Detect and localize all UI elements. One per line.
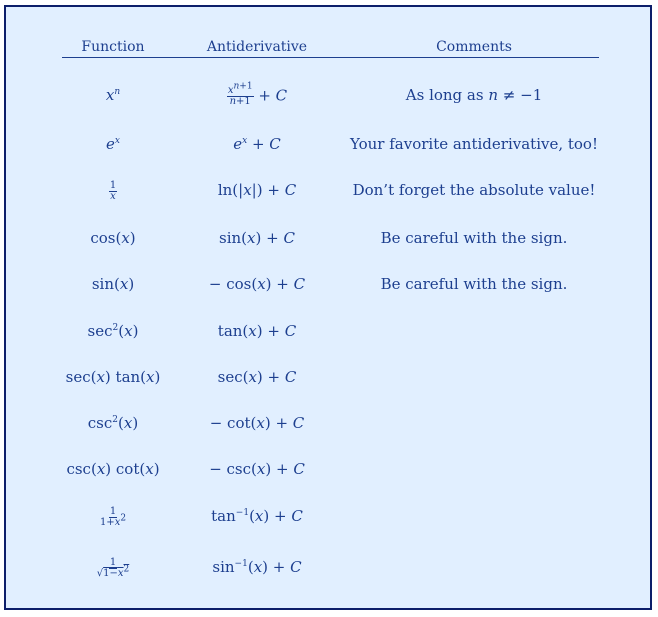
header-function: Function <box>81 39 145 55</box>
function-cell: 1 1+x2 <box>99 506 127 528</box>
function-cell: sin(x) <box>91 275 135 293</box>
antiderivative-cell: tan(x) + C <box>217 322 297 340</box>
comment-cell: As long as n ≠ −1 <box>405 86 543 104</box>
function-cell: 1x <box>108 180 118 202</box>
antiderivative-table: Function Antiderivative Comments xn xn+1 n… <box>4 5 652 610</box>
function-cell: xn <box>105 86 121 104</box>
header-comments: Comments <box>436 39 512 55</box>
antiderivative-cell: tan−1(x) + C <box>211 507 303 525</box>
function-cell: sec(x) tan(x) <box>65 368 161 386</box>
antiderivative-cell: − cot(x) + C <box>209 414 305 432</box>
function-cell: csc(x) cot(x) <box>66 460 160 478</box>
function-cell: cos(x) <box>90 229 136 247</box>
antiderivative-cell: sin(x) + C <box>219 229 295 247</box>
antiderivative-cell: − csc(x) + C <box>209 460 305 478</box>
function-cell: sec2(x) <box>87 322 139 340</box>
comment-cell: Be careful with the sign. <box>380 275 568 293</box>
antiderivative-cell: xn+1 n+1 + C <box>226 81 288 107</box>
function-cell: csc2(x) <box>87 414 139 432</box>
function-cell: 1 √1−x2 <box>96 557 130 579</box>
header-antiderivative: Antiderivative <box>206 39 308 55</box>
antiderivative-cell: sin−1(x) + C <box>212 558 302 576</box>
comment-cell: Your favorite antiderivative, too! <box>350 135 598 153</box>
antiderivative-cell: ex + C <box>233 135 281 153</box>
comment-cell: Don’t forget the absolute value! <box>352 181 596 199</box>
header-rule <box>62 57 599 58</box>
function-cell: ex <box>106 135 120 153</box>
antiderivative-cell: sec(x) + C <box>217 368 297 386</box>
antiderivative-cell: ln(|x|) + C <box>217 181 297 199</box>
antiderivative-cell: − cos(x) + C <box>208 275 306 293</box>
comment-cell: Be careful with the sign. <box>380 229 568 247</box>
